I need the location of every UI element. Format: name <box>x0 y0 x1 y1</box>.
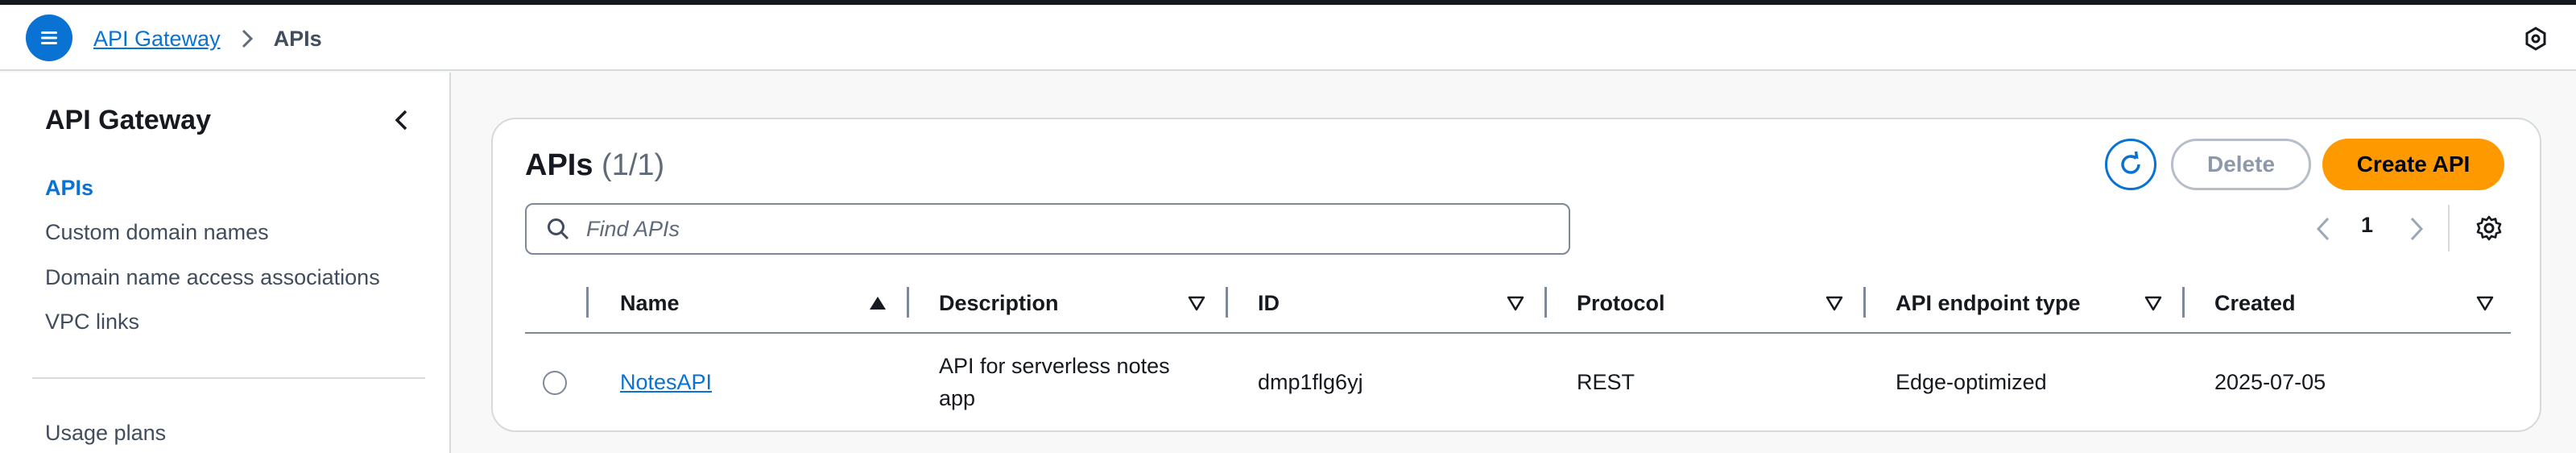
table-header: Name Description ID Protocol API endpoin… <box>525 272 2511 334</box>
column-header-api-endpoint-type[interactable]: API endpoint type <box>1896 272 2081 334</box>
cell-id: dmp1flg6yj <box>1258 370 1363 394</box>
cell-protocol: REST <box>1577 370 1635 394</box>
breadcrumb-api-gateway-link[interactable]: API Gateway <box>93 27 221 52</box>
page-title: APIs (1/1) <box>525 148 664 183</box>
next-page-icon[interactable] <box>2404 214 2429 243</box>
column-header-protocol[interactable]: Protocol <box>1577 272 1665 334</box>
sort-descending-icon[interactable] <box>1825 293 1844 313</box>
column-separator <box>1863 287 1866 318</box>
sort-descending-icon[interactable] <box>1506 293 1525 313</box>
sort-descending-icon[interactable] <box>2144 293 2163 313</box>
sidebar-item-apis[interactable]: APIs <box>45 176 93 201</box>
column-header-created[interactable]: Created <box>2214 272 2296 334</box>
sidebar: API Gateway APIs Custom domain names Dom… <box>0 73 451 453</box>
breadcrumb: API Gateway APIs <box>93 23 322 55</box>
row-select-radio[interactable] <box>543 371 567 395</box>
sidebar-item-domain-name-access-associations[interactable]: Domain name access associations <box>45 265 380 290</box>
breadcrumb-current: APIs <box>273 26 322 51</box>
previous-page-icon[interactable] <box>2311 214 2335 243</box>
sidebar-divider <box>32 377 425 379</box>
panel-title-text: APIs <box>525 148 593 182</box>
column-separator <box>1544 287 1547 318</box>
delete-button[interactable]: Delete <box>2171 139 2311 190</box>
cell-description: API for serverless notes app <box>939 354 1170 410</box>
sort-descending-icon[interactable] <box>2475 293 2495 313</box>
cell-created: 2025-07-05 <box>2214 370 2326 394</box>
column-header-name[interactable]: Name <box>620 272 680 334</box>
cell-name: NotesAPI <box>620 334 712 430</box>
search-field[interactable] <box>525 203 1570 255</box>
current-page-number[interactable]: 1 <box>2361 213 2373 238</box>
top-navigation-bar: API Gateway APIs <box>0 5 2576 71</box>
create-api-button[interactable]: Create API <box>2322 139 2504 190</box>
sidebar-item-usage-plans[interactable]: Usage plans <box>45 421 166 446</box>
sidebar-item-vpc-links[interactable]: VPC links <box>45 310 139 335</box>
sort-descending-icon[interactable] <box>1187 293 1206 313</box>
search-icon <box>548 218 569 240</box>
search-input[interactable] <box>586 216 1553 242</box>
sidebar-item-custom-domain-names[interactable]: Custom domain names <box>45 220 269 245</box>
column-separator <box>1226 287 1228 318</box>
apis-table: Name Description ID Protocol API endpoin… <box>525 272 2511 430</box>
panel-count: (1/1) <box>602 148 665 182</box>
menu-button[interactable] <box>26 15 72 61</box>
chevron-left-icon[interactable] <box>390 108 414 132</box>
menu-icon <box>41 31 57 44</box>
sort-ascending-icon[interactable] <box>868 293 887 313</box>
column-separator <box>2182 287 2185 318</box>
settings-icon[interactable] <box>2475 214 2503 242</box>
refresh-button[interactable] <box>2105 139 2156 190</box>
pager-divider <box>2448 205 2450 251</box>
api-name-link[interactable]: NotesAPI <box>620 366 712 398</box>
column-separator <box>586 287 589 318</box>
column-header-id[interactable]: ID <box>1258 272 1280 334</box>
column-header-description[interactable]: Description <box>939 272 1059 334</box>
refresh-icon <box>2121 151 2140 174</box>
apis-table-container: APIs (1/1) Delete Create API 1 Name <box>491 118 2541 432</box>
sidebar-title: API Gateway <box>45 105 211 135</box>
cell-endpoint-type: Edge-optimized <box>1896 370 2047 394</box>
chevron-right-icon <box>240 28 254 49</box>
table-row[interactable]: NotesAPI API for serverless notes app dm… <box>525 334 2511 430</box>
notifications-icon[interactable] <box>2523 26 2549 52</box>
column-separator <box>907 287 909 318</box>
